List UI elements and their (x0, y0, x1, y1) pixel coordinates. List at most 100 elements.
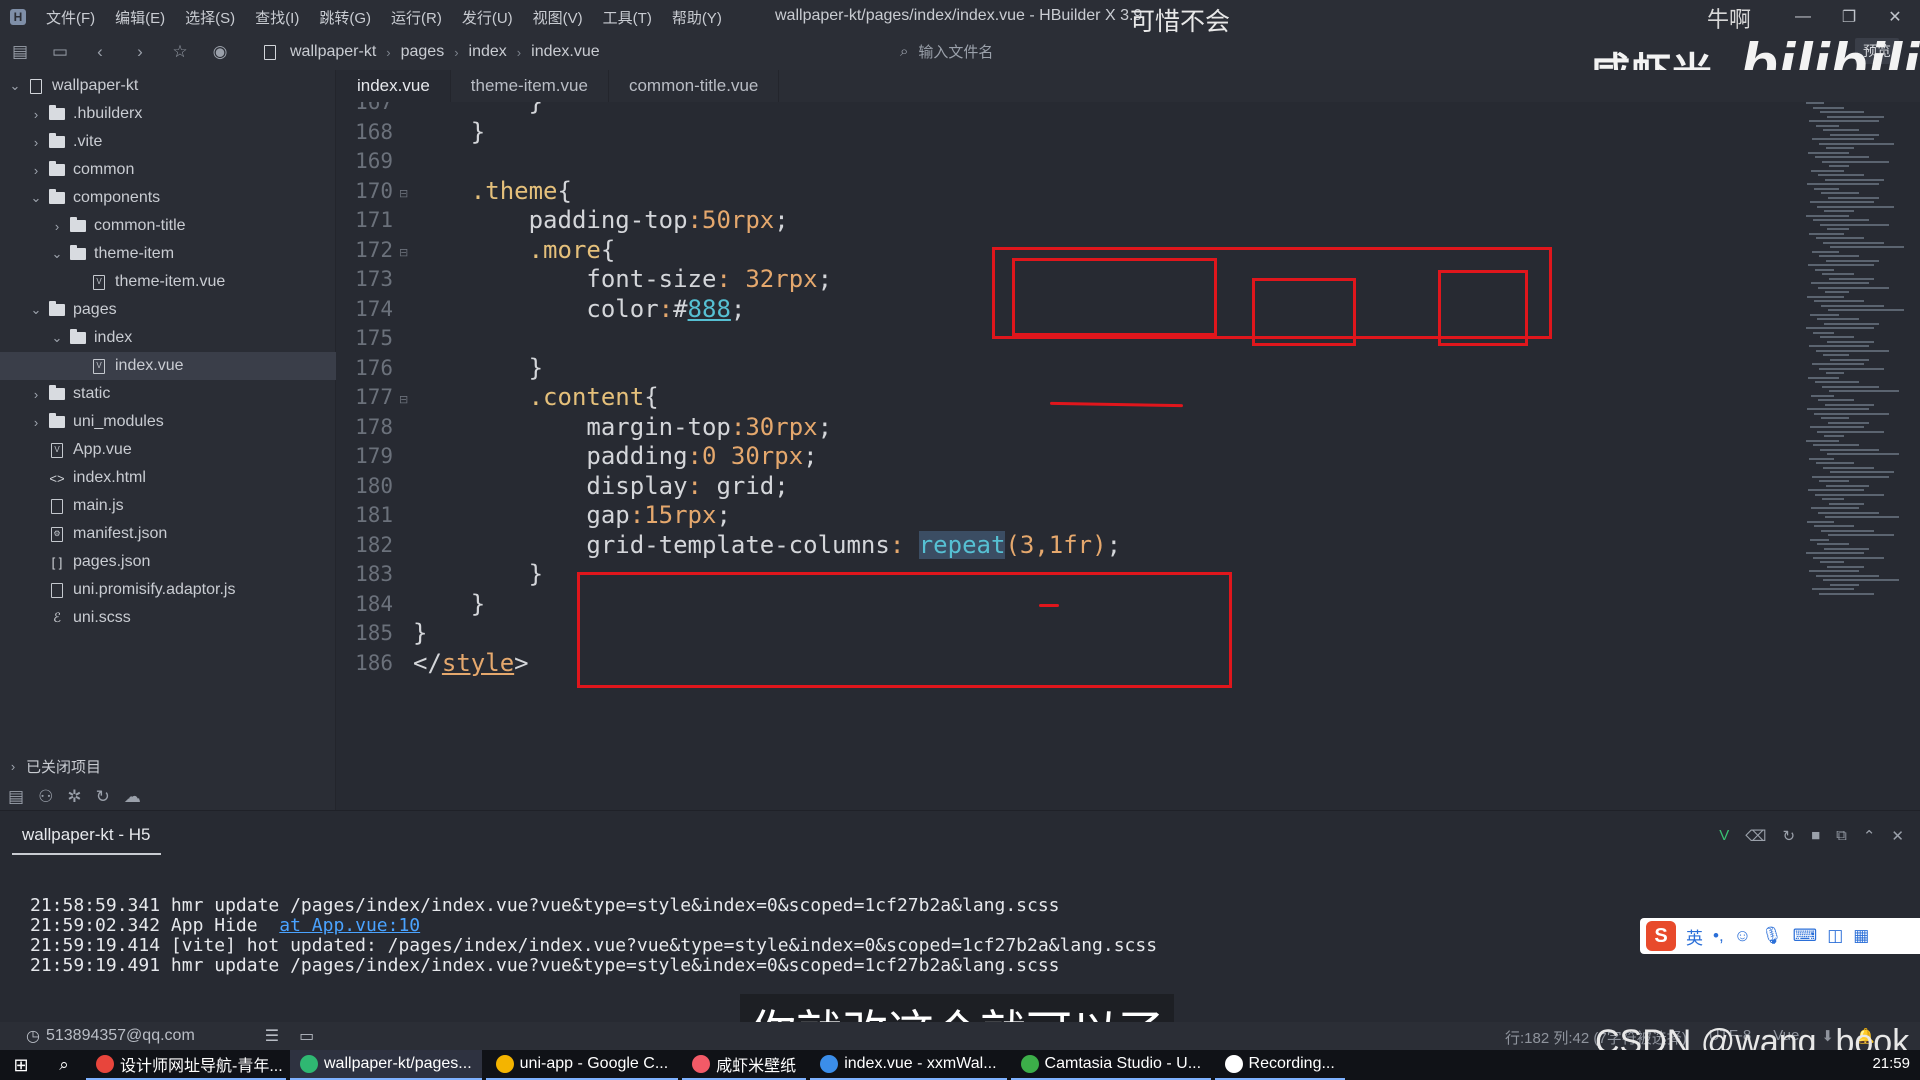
code-line[interactable]: font-size: 32rpx; (413, 265, 832, 293)
code-line[interactable]: } (413, 619, 427, 647)
code-line[interactable]: } (413, 560, 543, 588)
taskbar-app[interactable]: Recording... (1214, 1050, 1345, 1080)
close-panel-icon[interactable]: ✕ (1891, 827, 1904, 845)
cloud-icon[interactable]: ☁ (124, 787, 141, 807)
list-icon[interactable]: ☰ (265, 1026, 279, 1046)
tree-item[interactable]: uni.promisify.adaptor.js (0, 576, 336, 604)
skin-icon[interactable]: ◫ (1827, 926, 1843, 946)
new-file-icon[interactable]: ▤ (0, 34, 40, 70)
taskbar-app[interactable]: index.vue - xxmWal... (810, 1050, 1007, 1080)
microphone-icon[interactable]: 🎙 (1761, 926, 1783, 946)
close-icon[interactable]: ✕ (1872, 0, 1918, 34)
tree-item[interactable]: Vtheme-item.vue (0, 268, 336, 296)
tab-index-vue[interactable]: index.vue (337, 70, 451, 102)
code-editor[interactable]: 167 } 168 } 169 170 ⊟ .theme{171 padding-top… (337, 102, 1920, 810)
console-tab[interactable]: wallpaper-kt - H5 (12, 817, 161, 855)
taskbar-app[interactable]: 设计师网址导航-青年... (86, 1050, 286, 1080)
minimize-icon[interactable]: — (1780, 0, 1826, 34)
sync-icon[interactable]: ↻ (96, 787, 110, 807)
terminal-icon[interactable]: ▭ (299, 1026, 314, 1046)
code-line[interactable]: grid-template-columns: repeat(3,1fr); (413, 530, 1121, 559)
taskbar-app[interactable]: Camtasia Studio - U... (1010, 1050, 1211, 1080)
minimap[interactable] (1796, 102, 1906, 802)
tree-item[interactable]: V App.vue (0, 436, 336, 464)
code-line[interactable]: .theme{ (413, 177, 572, 205)
code-line[interactable]: display: grid; (413, 472, 788, 500)
menu-help[interactable]: 帮助(Y) (662, 7, 732, 28)
tree-item[interactable]: ⌄ pages (0, 296, 336, 324)
code-line[interactable]: padding-top:50rpx; (413, 206, 789, 234)
forward-icon[interactable]: › (120, 34, 160, 70)
maximize-icon[interactable]: ❐ (1826, 0, 1872, 34)
tree-item[interactable]: › static (0, 380, 336, 408)
code-line[interactable]: .more{ (413, 236, 616, 264)
tree-item[interactable]: ⌄ theme-item (0, 240, 336, 268)
code-line[interactable]: gap:15rpx; (413, 501, 731, 529)
ime-toolbar[interactable]: S 英 •, ☺ 🎙 ⌨ ◫ ▦ (1640, 918, 1920, 954)
breadcrumb-item[interactable]: wallpaper-kt (290, 43, 376, 61)
menu-view[interactable]: 视图(V) (523, 7, 593, 28)
taskbar-app[interactable]: wallpaper-kt/pages... (290, 1050, 482, 1080)
menu-select[interactable]: 选择(S) (175, 7, 245, 28)
code-line[interactable]: margin-top:30rpx; (413, 413, 832, 441)
tree-item[interactable]: ⌄ index (0, 324, 336, 352)
open-external-icon[interactable]: ⧉ (1836, 827, 1847, 845)
log-source-link[interactable]: at App.vue:10 (279, 915, 420, 936)
code-line[interactable]: .content{ (413, 383, 659, 411)
save-icon[interactable]: ▭ (40, 34, 80, 70)
breadcrumb-item[interactable]: index.vue (531, 43, 600, 61)
tree-item[interactable]: ⚙ manifest.json (0, 520, 336, 548)
code-line[interactable]: </style> (413, 649, 529, 677)
trash-icon[interactable]: ⌫ (1745, 827, 1766, 845)
taskbar-app[interactable]: 咸虾米壁纸 (682, 1050, 807, 1080)
bookmark-star-icon[interactable]: ☆ (160, 34, 200, 70)
tree-item[interactable]: › common (0, 156, 336, 184)
menu-edit[interactable]: 编辑(E) (105, 7, 175, 28)
account-email[interactable]: 513894357@qq.com (46, 1027, 195, 1045)
tab-common-title-vue[interactable]: common-title.vue (609, 70, 780, 102)
keyboard-icon[interactable]: ⌨ (1793, 926, 1818, 946)
menu-find[interactable]: 查找(I) (245, 7, 309, 28)
taskbar-app[interactable]: uni-app - Google C... (485, 1050, 679, 1080)
apps-grid-icon[interactable]: ▦ (1853, 926, 1869, 946)
code-line[interactable]: } (413, 118, 485, 146)
tree-item[interactable]: <> index.html (0, 464, 336, 492)
tree-item[interactable]: › .hbuilderx (0, 100, 336, 128)
tree-item[interactable]: Vindex.vue (0, 352, 336, 380)
restart-icon[interactable]: ↻ (1782, 827, 1795, 845)
fold-icon[interactable]: ⊟ (399, 187, 408, 200)
menu-publish[interactable]: 发行(U) (452, 7, 523, 28)
tree-item[interactable]: ⌄ components (0, 184, 336, 212)
menu-run[interactable]: 运行(R) (381, 7, 452, 28)
menu-file[interactable]: 文件(F) (36, 7, 105, 28)
tree-item[interactable]: › common-title (0, 212, 336, 240)
tree-item[interactable]: ℰuni.scss (0, 604, 336, 632)
run-icon[interactable]: ◉ (200, 34, 240, 70)
fold-icon[interactable]: ⊟ (399, 246, 408, 259)
tree-item[interactable]: main.js (0, 492, 336, 520)
code-line[interactable]: } (413, 590, 485, 618)
fold-icon[interactable]: ⊟ (399, 393, 408, 406)
search-icon[interactable]: ⌕ (42, 1050, 86, 1080)
breadcrumb-item[interactable]: index (469, 43, 507, 61)
code-line[interactable]: color:#888; (413, 295, 745, 323)
menu-goto[interactable]: 跳转(G) (309, 7, 381, 28)
file-search-input[interactable]: ⌕ 输入文件名 (900, 41, 993, 62)
code-line[interactable]: padding:0 30rpx; (413, 442, 817, 470)
breadcrumb-item[interactable]: pages (401, 43, 445, 61)
tree-item[interactable]: › .vite (0, 128, 336, 156)
closed-projects[interactable]: › 已关闭项目 (0, 752, 101, 780)
binoculars-icon[interactable]: ⚇ (38, 787, 53, 807)
menu-tools[interactable]: 工具(T) (593, 7, 662, 28)
vue-icon[interactable]: V (1719, 827, 1729, 845)
tree-item[interactable]: [ ] pages.json (0, 548, 336, 576)
code-line[interactable]: } (413, 102, 543, 116)
punctuation-icon[interactable]: •, (1713, 926, 1724, 946)
back-icon[interactable]: ‹ (80, 34, 120, 70)
emoji-icon[interactable]: ☺ (1734, 926, 1751, 946)
tree-item[interactable]: ⌄ wallpaper-kt (0, 72, 336, 100)
collapse-up-icon[interactable]: ⌃ (1863, 827, 1876, 845)
ime-language[interactable]: 英 (1686, 924, 1703, 949)
tab-theme-item-vue[interactable]: theme-item.vue (451, 70, 609, 102)
windows-start-icon[interactable]: ⊞ (0, 1050, 42, 1080)
